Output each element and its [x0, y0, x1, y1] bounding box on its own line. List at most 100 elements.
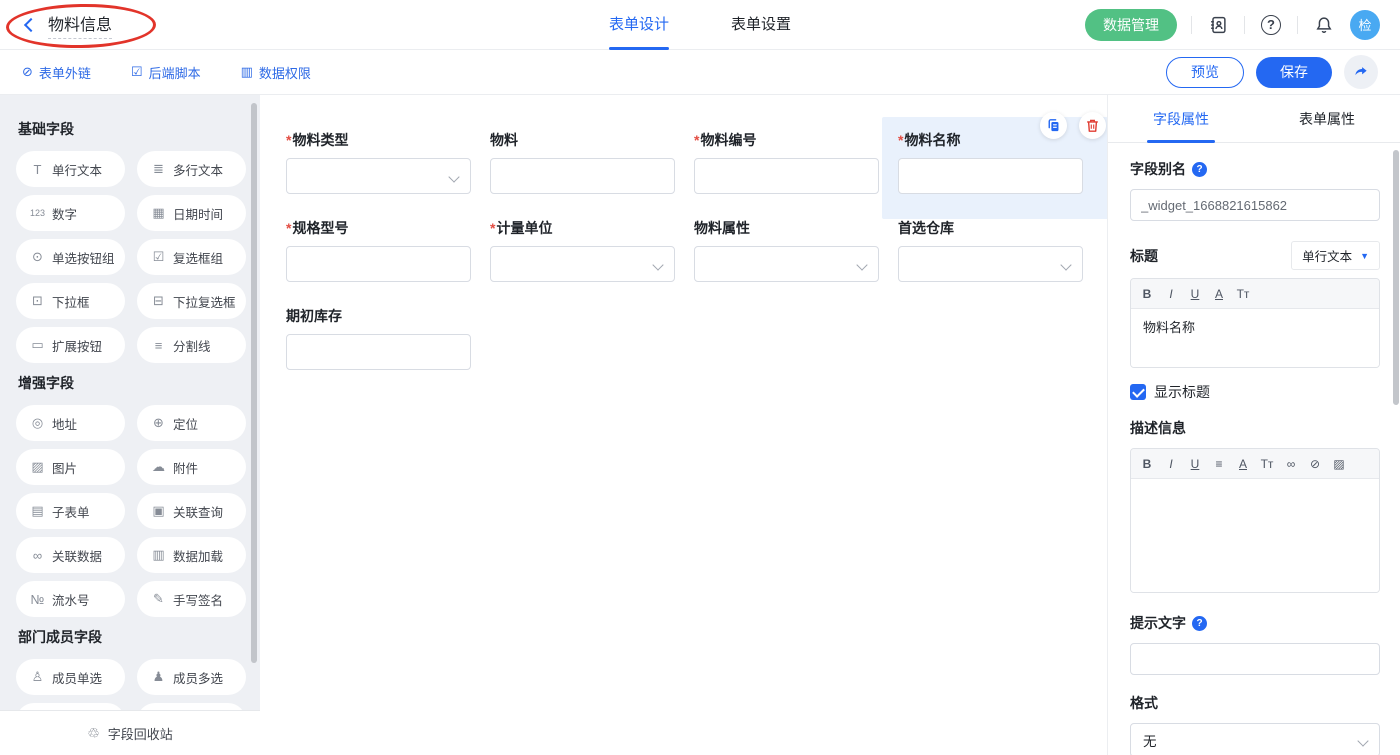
form-field-material[interactable]: 物料	[490, 131, 694, 219]
bold-icon[interactable]: B	[1135, 279, 1159, 309]
sidebar-item-serial-number[interactable]: № 流水号	[16, 581, 125, 617]
material-code-input[interactable]	[694, 158, 879, 194]
sidebar-item-member-single[interactable]: ♙ 成员单选	[16, 659, 125, 695]
link-icon[interactable]: ∞	[1279, 449, 1303, 479]
form-field-preferred-warehouse[interactable]: 首选仓库	[898, 219, 1102, 307]
material-input[interactable]	[490, 158, 675, 194]
sidebar-item-multi-line-text[interactable]: ≣ 多行文本	[137, 151, 246, 187]
section-member-fields: 部门成员字段	[18, 627, 246, 647]
sidebar-item-image[interactable]: ▨ 图片	[16, 449, 125, 485]
divider	[1297, 16, 1298, 34]
unlink-icon[interactable]: ⊘	[1303, 449, 1327, 479]
form-field-material-type[interactable]: *物料类型	[286, 131, 490, 219]
show-title-toggle[interactable]: 显示标题	[1130, 382, 1380, 402]
format-select[interactable]: 无	[1130, 723, 1380, 755]
sidebar-item-number[interactable]: 123 数字	[16, 195, 125, 231]
form-field-initial-stock[interactable]: 期初库存	[286, 307, 490, 395]
form-field-material-attr[interactable]: 物料属性	[694, 219, 898, 307]
form-field-material-code[interactable]: *物料编号	[694, 131, 898, 219]
sidebar-item-divider-line[interactable]: ≡ 分割线	[137, 327, 246, 363]
backend-script-link[interactable]: ☑ 后端脚本	[131, 63, 201, 82]
spec-model-input[interactable]	[286, 246, 471, 282]
italic-icon[interactable]: I	[1159, 449, 1183, 479]
sidebar-item-attachment[interactable]: ☁ 附件	[137, 449, 246, 485]
contact-book-icon[interactable]	[1206, 13, 1230, 37]
initial-stock-input[interactable]	[286, 334, 471, 370]
divider	[1191, 16, 1192, 34]
title-type-select[interactable]: 单行文本 ▼	[1291, 241, 1380, 270]
required-asterisk: *	[694, 132, 699, 148]
underline-icon[interactable]: U	[1183, 279, 1207, 309]
form-canvas[interactable]: *物料类型 物料 *物料编号	[260, 95, 1107, 755]
checkbox-checked-icon[interactable]	[1130, 384, 1146, 400]
linked-data-icon: ∞	[30, 548, 45, 563]
sidebar-item-single-line-text[interactable]: T 单行文本	[16, 151, 125, 187]
sidebar-item-radio-group[interactable]: ⊙ 单选按钮组	[16, 239, 125, 275]
description-editor-content[interactable]	[1131, 479, 1379, 592]
unit-select[interactable]	[490, 246, 675, 282]
tab-form-properties[interactable]: 表单属性	[1299, 95, 1355, 143]
tab-form-settings[interactable]: 表单设置	[731, 0, 791, 50]
sidebar-item-extend-button[interactable]: ▭ 扩展按钮	[16, 327, 125, 363]
sidebar-item-address[interactable]: ◎ 地址	[16, 405, 125, 441]
sidebar-item-checkbox-group[interactable]: ☑ 复选框组	[137, 239, 246, 275]
sidebar-scrollbar[interactable]	[251, 103, 257, 663]
material-name-input[interactable]	[898, 158, 1083, 194]
data-manage-button[interactable]: 数据管理	[1085, 9, 1177, 41]
align-icon[interactable]: ≡	[1207, 449, 1231, 479]
divider-line-icon: ≡	[151, 338, 166, 353]
insert-image-icon[interactable]: ▨	[1327, 449, 1351, 479]
sidebar-item-linked-data[interactable]: ∞ 关联数据	[16, 537, 125, 573]
help-icon[interactable]: ?	[1192, 616, 1207, 631]
field-recycle-bin[interactable]: ♲ 字段回收站	[0, 710, 260, 755]
form-external-link[interactable]: ⊘ 表单外链	[22, 63, 91, 82]
help-icon[interactable]: ?	[1192, 162, 1207, 177]
sidebar-item-data-load[interactable]: ▥ 数据加载	[137, 537, 246, 573]
delete-field-button[interactable]	[1079, 112, 1106, 139]
font-color-icon[interactable]: A	[1207, 279, 1231, 309]
hint-input[interactable]	[1130, 643, 1380, 675]
form-field-spec-model[interactable]: *规格型号	[286, 219, 490, 307]
sidebar-item-signature[interactable]: ✎ 手写签名	[137, 581, 246, 617]
save-button[interactable]: 保存	[1256, 57, 1332, 88]
form-field-unit[interactable]: *计量单位	[490, 219, 694, 307]
field-label: 物料属性	[694, 220, 750, 236]
data-permission-link[interactable]: ▥ 数据权限	[241, 63, 311, 82]
section-basic-fields: 基础字段	[18, 119, 246, 139]
sidebar-item-member-multi[interactable]: ♟ 成员多选	[137, 659, 246, 695]
help-icon[interactable]: ?	[1259, 13, 1283, 37]
sidebar-item-linked-query[interactable]: ▣ 关联查询	[137, 493, 246, 529]
required-asterisk: *	[898, 132, 903, 148]
preview-button[interactable]: 预览	[1166, 57, 1244, 88]
bold-icon[interactable]: B	[1135, 449, 1159, 479]
sidebar-item-location[interactable]: ⊕ 定位	[137, 405, 246, 441]
back-group[interactable]: 物料信息	[20, 11, 112, 39]
italic-icon[interactable]: I	[1159, 279, 1183, 309]
title-editor-content[interactable]: 物料名称	[1131, 309, 1379, 367]
sidebar-item-subform[interactable]: ▤ 子表单	[16, 493, 125, 529]
tab-field-properties[interactable]: 字段属性	[1153, 95, 1209, 143]
chevron-down-icon	[1060, 259, 1071, 270]
sidebar-item-dropdown[interactable]: ⊡ 下拉框	[16, 283, 125, 319]
tab-form-design[interactable]: 表单设计	[609, 0, 669, 50]
preferred-warehouse-select[interactable]	[898, 246, 1083, 282]
underline-icon[interactable]: U	[1183, 449, 1207, 479]
share-button[interactable]	[1344, 55, 1378, 89]
sidebar-item-multi-dropdown[interactable]: ⊟ 下拉复选框	[137, 283, 246, 319]
material-attr-select[interactable]	[694, 246, 879, 282]
font-size-icon[interactable]: Tт	[1231, 279, 1255, 309]
hint-label: 提示文字 ?	[1130, 613, 1380, 633]
font-size-icon[interactable]: Tт	[1255, 449, 1279, 479]
field-palette-sidebar: 基础字段 T 单行文本 ≣ 多行文本 123 数字 ▦ 日期时间 ⊙ 单选按钮组…	[0, 95, 260, 755]
form-title[interactable]: 物料信息	[48, 11, 112, 39]
sidebar-item-datetime[interactable]: ▦ 日期时间	[137, 195, 246, 231]
panel-scrollbar[interactable]	[1393, 150, 1399, 405]
copy-field-button[interactable]	[1040, 112, 1067, 139]
field-alias-input[interactable]	[1130, 189, 1380, 221]
font-color-icon[interactable]: A	[1231, 449, 1255, 479]
material-type-select[interactable]	[286, 158, 471, 194]
back-icon[interactable]	[24, 17, 38, 31]
notification-bell-icon[interactable]	[1312, 13, 1336, 37]
form-field-material-name[interactable]: *物料名称	[882, 117, 1114, 219]
avatar[interactable]: 检	[1350, 10, 1380, 40]
